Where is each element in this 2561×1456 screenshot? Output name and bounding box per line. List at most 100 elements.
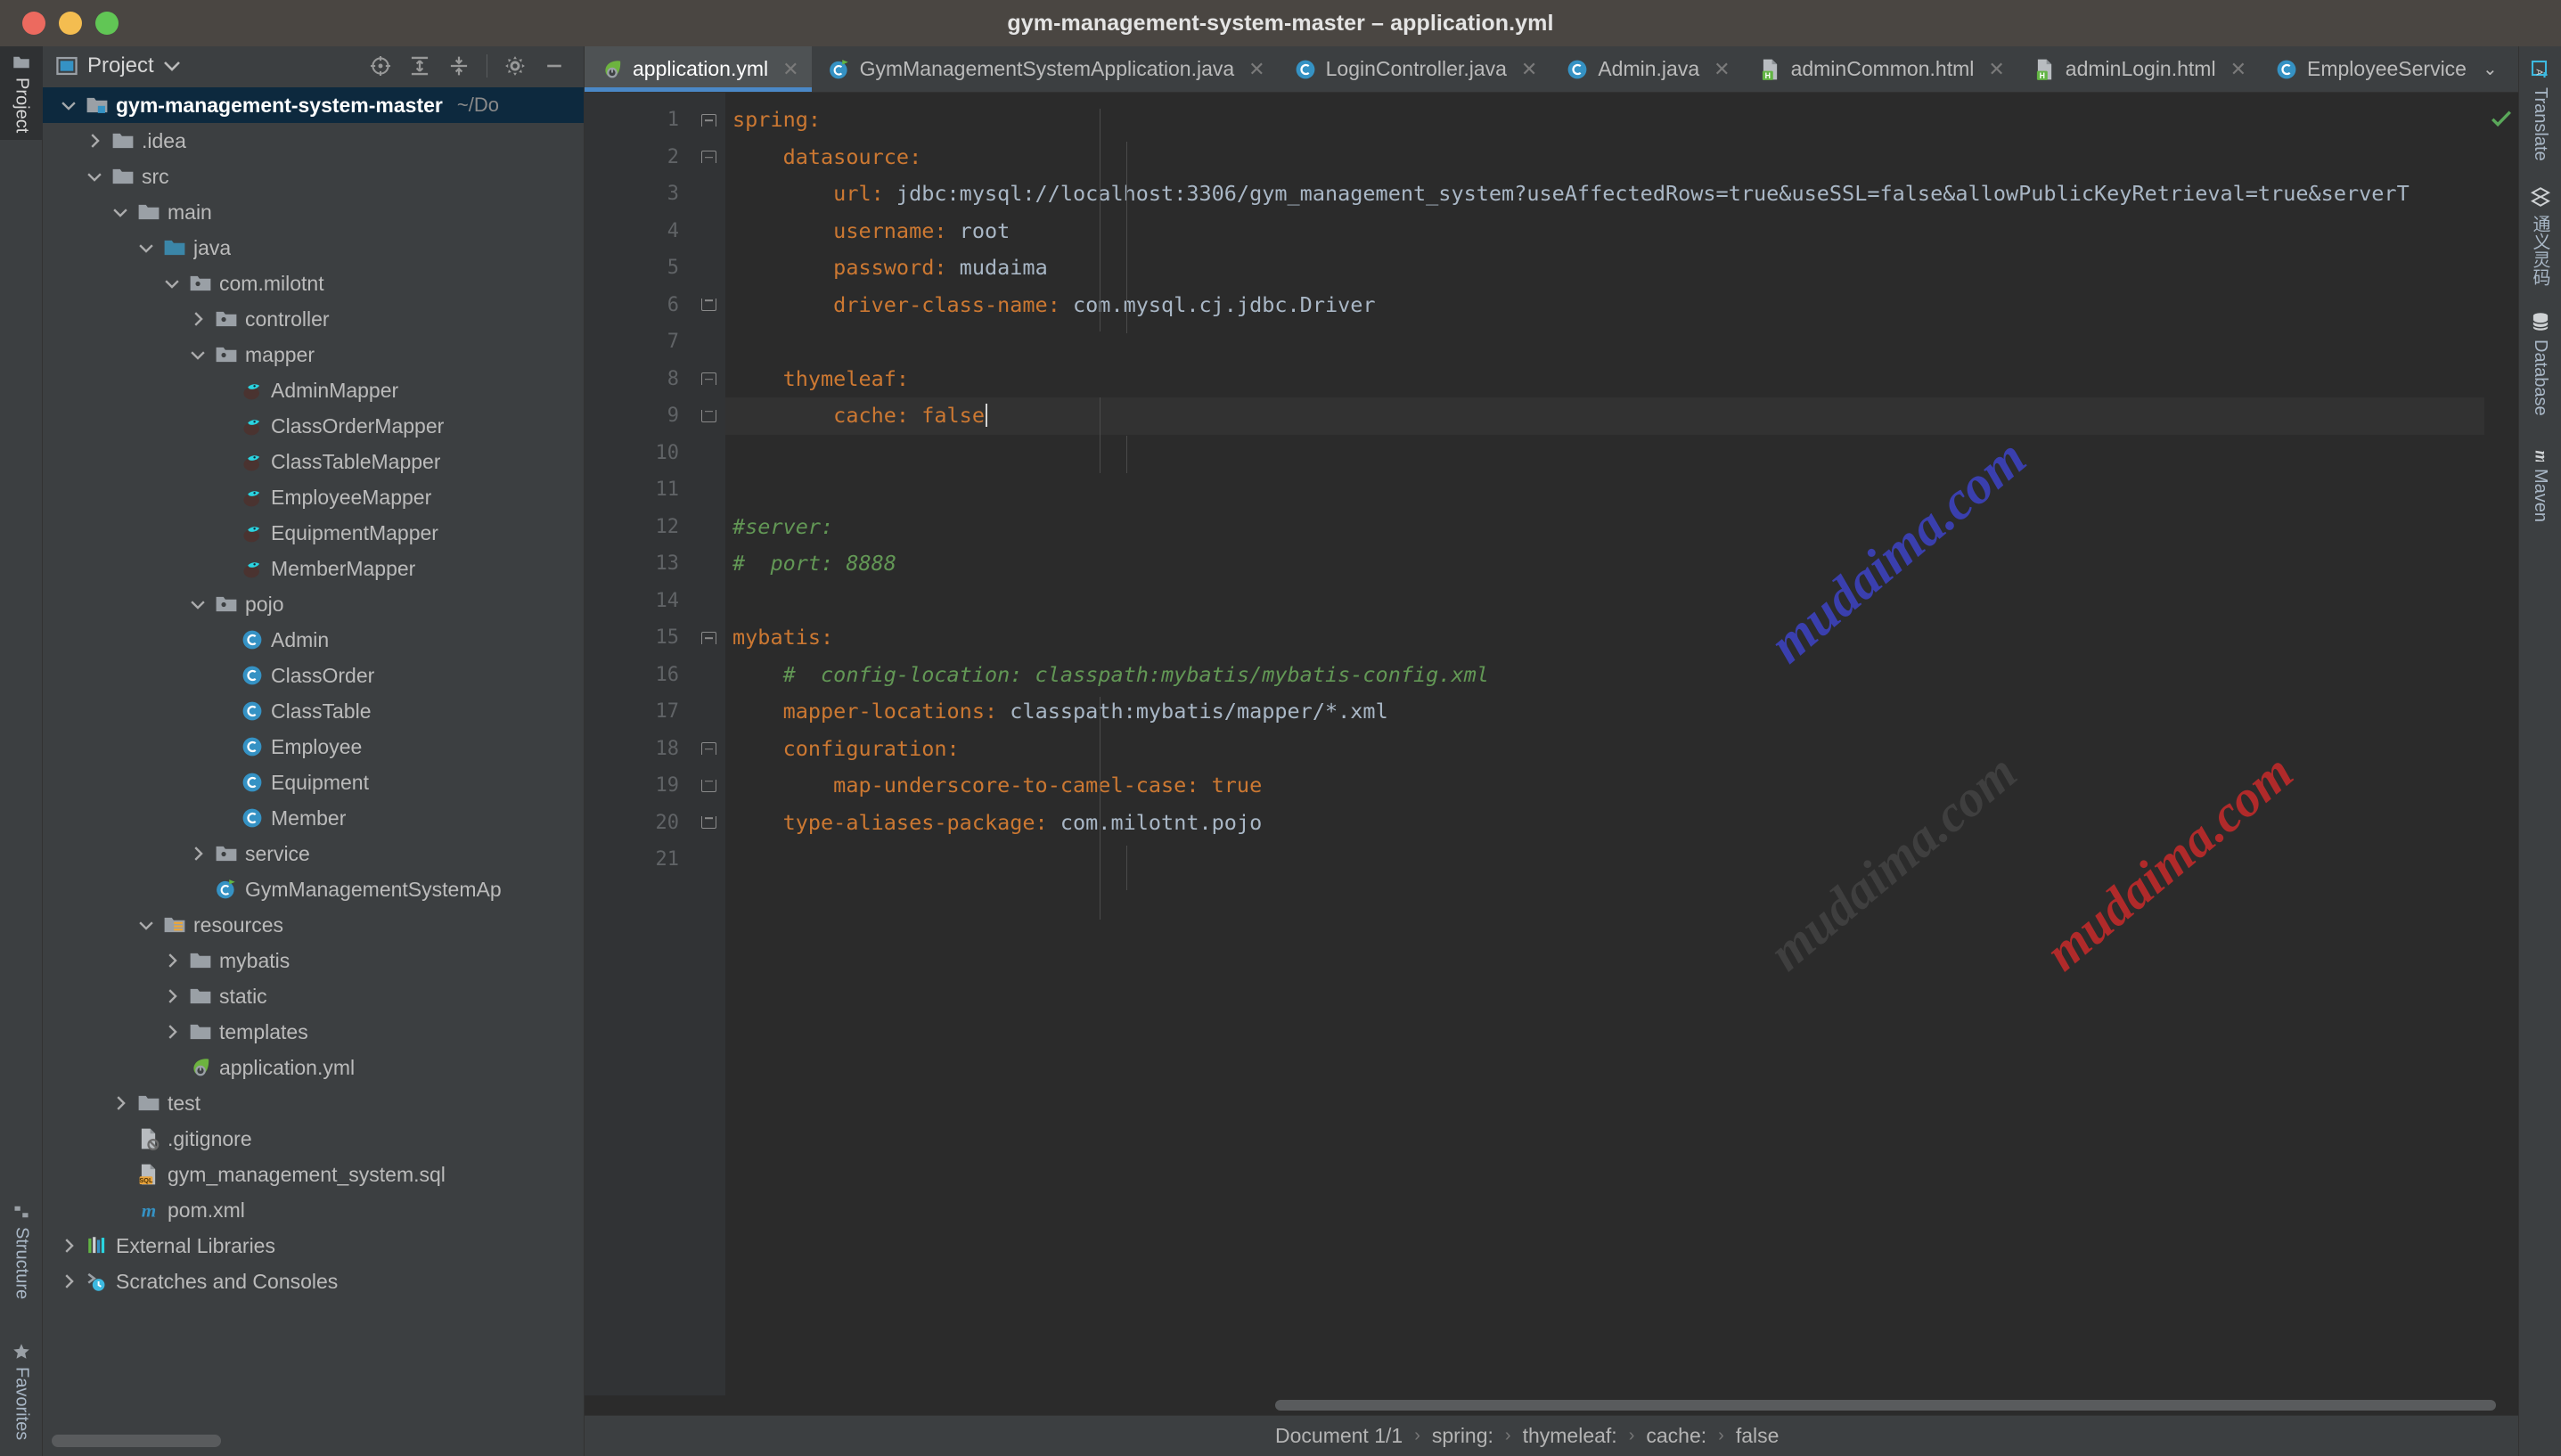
chevron-right-icon[interactable] bbox=[110, 1093, 130, 1113]
code-line[interactable]: url: jdbc:mysql://localhost:3306/gym_man… bbox=[725, 176, 2484, 213]
tree-node[interactable]: src bbox=[43, 159, 584, 194]
chevron-down-icon[interactable] bbox=[163, 57, 181, 75]
breadcrumb-item[interactable]: false bbox=[1736, 1424, 1780, 1448]
tree-node[interactable]: ClassOrderMapper bbox=[43, 408, 584, 444]
editor-tab-bar[interactable]: application.yml ✕ GymManagementSystemAppli… bbox=[585, 46, 2518, 93]
code-line[interactable]: mybatis: bbox=[725, 619, 2484, 657]
breadcrumb-item[interactable]: spring: bbox=[1432, 1424, 1493, 1448]
code-line[interactable]: mapper-locations: classpath:mybatis/mapp… bbox=[725, 693, 2484, 731]
sidebar-item-favorites[interactable]: Favorites bbox=[0, 1336, 43, 1447]
code-line[interactable] bbox=[725, 841, 2484, 879]
editor-tab[interactable]: GymManagementSystemApplication.java ✕ bbox=[812, 46, 1278, 92]
code-line[interactable]: type-aliases-package: com.milotnt.pojo bbox=[725, 805, 2484, 842]
code-line[interactable]: configuration: bbox=[725, 731, 2484, 768]
tree-node[interactable]: java bbox=[43, 230, 584, 266]
tree-node[interactable]: Member bbox=[43, 800, 584, 836]
tree-node[interactable]: External Libraries bbox=[43, 1228, 584, 1264]
tree-node[interactable]: controller bbox=[43, 301, 584, 337]
breadcrumb-item[interactable]: Document 1/1 bbox=[1275, 1424, 1403, 1448]
fold-marker[interactable] bbox=[691, 767, 725, 805]
tree-node[interactable]: ClassOrder bbox=[43, 658, 584, 693]
editor-tab[interactable]: application.yml ✕ bbox=[585, 46, 812, 92]
tree-node[interactable]: SQL gym_management_system.sql bbox=[43, 1157, 584, 1192]
editor-tab[interactable]: HadminCommon.html ✕ bbox=[1743, 46, 2017, 92]
fold-marker[interactable] bbox=[691, 805, 725, 842]
project-horizontal-scrollbar[interactable] bbox=[43, 1426, 584, 1456]
chevron-down-icon[interactable]: ⌄ bbox=[2483, 58, 2498, 80]
chevron-down-icon[interactable] bbox=[162, 274, 182, 293]
chevron-right-icon[interactable] bbox=[59, 1236, 78, 1256]
fold-marker[interactable] bbox=[691, 619, 725, 657]
code-line[interactable]: # config-location: classpath:mybatis/myb… bbox=[725, 657, 2484, 694]
fold-marker[interactable] bbox=[691, 287, 725, 324]
editor-tab[interactable]: Admin.java ✕ bbox=[1550, 46, 1742, 92]
code-line[interactable]: map-underscore-to-camel-case: true bbox=[725, 767, 2484, 805]
right-strip-item-translate[interactable]: A Translate bbox=[2530, 59, 2551, 161]
editor-tab[interactable]: EmployeeService ⌄ bbox=[2259, 46, 2510, 92]
close-tab-icon[interactable]: ✕ bbox=[1248, 58, 1264, 81]
tree-node[interactable]: ClassTableMapper bbox=[43, 444, 584, 479]
chevron-right-icon[interactable] bbox=[162, 1022, 182, 1042]
chevron-down-icon[interactable] bbox=[188, 345, 208, 364]
tree-node[interactable]: com.milotnt bbox=[43, 266, 584, 301]
breadcrumb-item[interactable]: thymeleaf: bbox=[1523, 1424, 1617, 1448]
code-line[interactable]: # port: 8888 bbox=[725, 545, 2484, 583]
chevron-right-icon[interactable] bbox=[188, 309, 208, 329]
tree-node[interactable]: service bbox=[43, 836, 584, 871]
scrollbar-thumb[interactable] bbox=[1275, 1400, 2496, 1411]
tree-node[interactable]: gym-management-system-master ~/Do bbox=[43, 87, 584, 123]
code-folding-gutter[interactable] bbox=[691, 93, 725, 1395]
chevron-right-icon[interactable] bbox=[162, 951, 182, 970]
code-line[interactable] bbox=[725, 471, 2484, 509]
close-tab-icon[interactable]: ✕ bbox=[782, 58, 798, 81]
editor-tab[interactable]: HadminLogin.html ✕ bbox=[2017, 46, 2259, 92]
scrollbar-thumb[interactable] bbox=[52, 1435, 221, 1447]
chevron-down-icon[interactable] bbox=[136, 238, 156, 258]
tree-node[interactable]: EmployeeMapper bbox=[43, 479, 584, 515]
tree-node[interactable]: static bbox=[43, 978, 584, 1014]
sidebar-item-project[interactable]: Project bbox=[0, 46, 43, 141]
tree-node[interactable]: main bbox=[43, 194, 584, 230]
tree-node[interactable]: .gitignore bbox=[43, 1121, 584, 1157]
chevron-down-icon[interactable] bbox=[85, 167, 104, 186]
tree-node[interactable]: resources bbox=[43, 907, 584, 943]
tree-node[interactable]: GymManagementSystemAp bbox=[43, 871, 584, 907]
code-line[interactable] bbox=[725, 583, 2484, 620]
chevron-right-icon[interactable] bbox=[59, 1272, 78, 1291]
fold-marker[interactable] bbox=[691, 361, 725, 398]
tree-node[interactable]: m pom.xml bbox=[43, 1192, 584, 1228]
chevron-down-icon[interactable] bbox=[188, 594, 208, 614]
code-line[interactable]: password: mudaima bbox=[725, 249, 2484, 287]
tree-node[interactable]: .idea bbox=[43, 123, 584, 159]
close-tab-icon[interactable]: ✕ bbox=[1714, 58, 1730, 81]
code-line[interactable] bbox=[725, 323, 2484, 361]
code-line[interactable]: driver-class-name: com.mysql.cj.jdbc.Dri… bbox=[725, 287, 2484, 324]
tree-node[interactable]: MemberMapper bbox=[43, 551, 584, 586]
fold-marker[interactable] bbox=[691, 139, 725, 176]
chevron-right-icon[interactable] bbox=[188, 844, 208, 863]
tree-node[interactable]: test bbox=[43, 1085, 584, 1121]
minimize-icon[interactable] bbox=[543, 54, 566, 78]
tree-node[interactable]: Scratches and Consoles bbox=[43, 1264, 584, 1299]
fold-marker[interactable] bbox=[691, 102, 725, 139]
chevron-right-icon[interactable] bbox=[85, 131, 104, 151]
close-tab-icon[interactable]: ✕ bbox=[1988, 58, 2004, 81]
tree-node[interactable]: ClassTable bbox=[43, 693, 584, 729]
chevron-down-icon[interactable] bbox=[59, 95, 78, 115]
collapse-all-icon[interactable] bbox=[447, 54, 470, 78]
editor-horizontal-scrollbar[interactable] bbox=[585, 1395, 2518, 1415]
tree-node[interactable]: Admin bbox=[43, 622, 584, 658]
code-line[interactable]: #server: bbox=[725, 509, 2484, 546]
tree-node[interactable]: EquipmentMapper bbox=[43, 515, 584, 551]
project-tree[interactable]: gym-management-system-master ~/Do .idea src… bbox=[43, 86, 584, 1426]
tree-node[interactable]: pojo bbox=[43, 586, 584, 622]
locate-icon[interactable] bbox=[369, 54, 392, 78]
expand-all-icon[interactable] bbox=[408, 54, 431, 78]
tree-node[interactable]: Equipment bbox=[43, 765, 584, 800]
code-line[interactable] bbox=[725, 435, 2484, 472]
tree-node[interactable]: application.yml bbox=[43, 1050, 584, 1085]
breadcrumb-item[interactable]: cache: bbox=[1646, 1424, 1706, 1448]
code-editor[interactable]: spring: datasource: url: jdbc:mysql://lo… bbox=[725, 93, 2484, 1395]
code-line[interactable]: spring: bbox=[725, 102, 2484, 139]
chevron-down-icon[interactable] bbox=[136, 915, 156, 935]
